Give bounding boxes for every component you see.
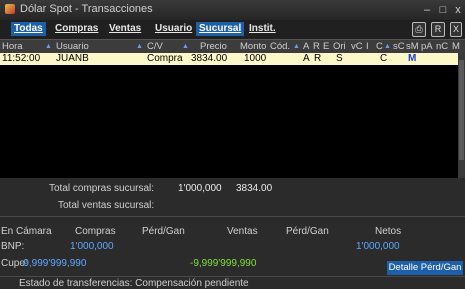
- cupo-compras: -9,999'999,990: [20, 258, 87, 269]
- col-pa[interactable]: pA: [421, 40, 433, 53]
- col-i[interactable]: I: [366, 40, 369, 53]
- tab-instit[interactable]: Instit.: [246, 22, 279, 36]
- col-a[interactable]: A: [303, 40, 309, 53]
- camara-header: En Cámara: [1, 226, 52, 237]
- sort-icon: ▲: [293, 43, 300, 50]
- export-icon[interactable]: X: [450, 22, 462, 37]
- transactions-grid[interactable]: 11:52:00 JUANB Compra 3834.00 1000 A R S…: [0, 53, 458, 178]
- total-compras-monto: 1'000,000: [178, 183, 222, 194]
- totals-panel: Total compras sucursal: 1'000,000 3834.0…: [0, 178, 465, 216]
- cupo-ventas: -9,999'999,990: [190, 258, 257, 269]
- col-sm[interactable]: sM: [406, 40, 419, 53]
- window-title: Dólar Spot - Transacciones: [20, 3, 153, 15]
- total-ventas-label: Total ventas sucursal:: [58, 200, 155, 211]
- cell-c: C: [380, 53, 388, 64]
- sort-icon: ▲: [45, 43, 52, 50]
- col-r[interactable]: R: [313, 40, 320, 53]
- cell-hora: 11:52:00: [2, 53, 41, 64]
- col-m[interactable]: M: [452, 40, 460, 53]
- camara-ventas-header: Ventas: [227, 226, 258, 237]
- col-usuario[interactable]: Usuario: [56, 40, 89, 53]
- app-icon: [5, 4, 15, 14]
- col-precio[interactable]: Precio: [200, 40, 227, 53]
- print-icon[interactable]: ⎙: [412, 22, 426, 37]
- total-compras-precio: 3834.00: [236, 183, 273, 194]
- r-icon[interactable]: R: [431, 22, 445, 37]
- detalle-perdgan-button[interactable]: Detalle Pérd/Gan: [387, 261, 463, 275]
- tab-usuario[interactable]: Usuario: [152, 22, 195, 36]
- sort-icon: ▲: [136, 43, 143, 50]
- scrollbar-thumb[interactable]: [459, 60, 464, 160]
- status-text: Estado de transferencias: Compensación p…: [19, 278, 249, 289]
- table-row[interactable]: 11:52:00 JUANB Compra 3834.00 1000 A R S…: [0, 53, 458, 65]
- maximize-button[interactable]: □: [436, 3, 450, 17]
- col-c[interactable]: C: [376, 40, 383, 53]
- total-compras-label: Total compras sucursal:: [49, 183, 155, 194]
- title-bar: Dólar Spot - Transacciones – □ x: [0, 0, 465, 20]
- col-cv[interactable]: C/V: [147, 40, 163, 53]
- tab-ventas[interactable]: Ventas: [106, 22, 144, 36]
- camara-perdgan-header: Pérd/Gan: [142, 226, 185, 237]
- cell-precio: 3834.00: [191, 53, 228, 64]
- camara-perdgan2-header: Pérd/Gan: [286, 226, 329, 237]
- divider: [0, 276, 465, 277]
- divider: [0, 216, 465, 217]
- tab-bar: Todas Compras Ventas Usuario Sucursal In…: [0, 20, 465, 39]
- col-sc[interactable]: sC: [393, 40, 405, 53]
- cell-r: R: [314, 53, 322, 64]
- grid-header: Hora ▲ Usuario ▲ C/V ▲ Precio Monto Cód.…: [0, 39, 465, 54]
- camara-netos-header: Netos: [375, 226, 402, 237]
- close-button[interactable]: x: [451, 3, 465, 17]
- bnp-compras: 1'000,000: [70, 241, 114, 252]
- col-e[interactable]: E: [323, 40, 329, 53]
- col-ori[interactable]: Ori: [333, 40, 346, 53]
- cell-ori: S: [336, 53, 343, 64]
- cell-sm: M: [408, 53, 417, 64]
- tab-todas[interactable]: Todas: [11, 22, 46, 36]
- col-cod[interactable]: Cód.: [270, 40, 290, 53]
- cell-monto: 1000: [244, 53, 267, 64]
- bnp-label: BNP:: [1, 241, 25, 252]
- col-monto[interactable]: Monto: [240, 40, 266, 53]
- col-nc[interactable]: nC: [436, 40, 448, 53]
- col-hora[interactable]: Hora: [2, 40, 23, 53]
- bnp-netos: 1'000,000: [356, 241, 400, 252]
- cell-cv: Compra: [147, 53, 183, 64]
- col-vc[interactable]: vC: [351, 40, 363, 53]
- cell-a: A: [303, 53, 310, 64]
- cell-usuario: JUANB: [56, 53, 89, 64]
- tab-compras[interactable]: Compras: [52, 22, 101, 36]
- sort-icon: ▲: [384, 43, 391, 50]
- tab-sucursal[interactable]: Sucursal: [196, 22, 245, 36]
- sort-icon: ▲: [182, 43, 189, 50]
- camara-compras-header: Compras: [75, 226, 116, 237]
- minimize-button[interactable]: –: [420, 3, 434, 17]
